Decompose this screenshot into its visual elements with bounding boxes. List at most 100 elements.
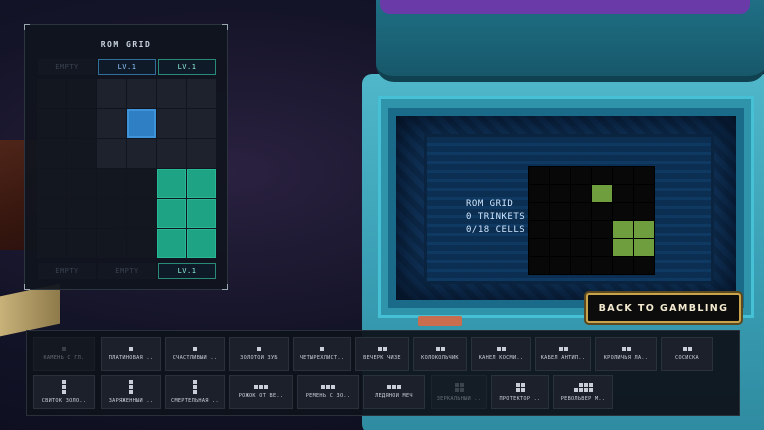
rom-grid-cell[interactable] — [97, 199, 126, 228]
inventory-item[interactable]: ВЕЧЕРК ЧИЗЕ — [355, 337, 409, 371]
inventory-item[interactable]: СВИТОК ЗОЛО.. — [33, 375, 95, 409]
inventory-item-label: ВЕЧЕРК ЧИЗЕ — [363, 355, 401, 361]
rom-grid-cell[interactable] — [97, 229, 126, 258]
inventory-item[interactable]: КАМЕНЬ С ГЛ. — [33, 337, 95, 371]
rom-grid-cell[interactable] — [67, 229, 96, 258]
rom-grid-cell[interactable] — [127, 109, 156, 138]
rom-grid-cell[interactable] — [37, 79, 66, 108]
trinket-shape-icon — [621, 347, 631, 351]
bin-grid-cell — [550, 221, 570, 238]
bin-trinkets: 0 TRINKETS — [466, 212, 526, 222]
rom-grid-cell[interactable] — [157, 139, 186, 168]
inventory-item[interactable]: РОЖОК ОТ ВЕ.. — [229, 375, 293, 409]
rom-grid-cell[interactable] — [187, 109, 216, 138]
rom-grid-cell[interactable] — [157, 169, 186, 198]
inventory-item[interactable]: ПЛАТИНОВАЯ .. — [101, 337, 161, 371]
inventory-item[interactable]: ПРОТЕКТОР .. — [491, 375, 549, 409]
rom-grid-cell[interactable] — [67, 169, 96, 198]
bin-grid-cell — [550, 203, 570, 220]
inventory-item[interactable]: ЗОЛОТОЙ ЗУБ — [229, 337, 289, 371]
rom-grid-cell[interactable] — [97, 79, 126, 108]
slot-header-1[interactable]: EMPTY — [38, 59, 96, 75]
inventory-item-label: РОЖОК ОТ ВЕ.. — [238, 393, 284, 399]
rom-grid-cell[interactable] — [127, 139, 156, 168]
rom-grid-cell[interactable] — [67, 199, 96, 228]
bin-grid-cell — [571, 221, 591, 238]
bin-grid-cell — [634, 185, 654, 202]
rom-grid-cell[interactable] — [187, 139, 216, 168]
rom-grid-cell[interactable] — [37, 199, 66, 228]
trinket-inventory: КАМЕНЬ С ГЛ. ПЛАТИНОВАЯ .. СЧАСТЛИВЫЙ .. ЗО… — [26, 330, 740, 416]
rom-grid-cell[interactable] — [157, 229, 186, 258]
rom-grid-cell[interactable] — [157, 199, 186, 228]
bin-grid-cell — [592, 257, 612, 274]
inventory-item-label: СЧАСТЛИВЫЙ .. — [172, 355, 218, 361]
inventory-item[interactable]: КАБЕЛ АНТИП.. — [535, 337, 591, 371]
rom-grid-cell[interactable] — [127, 169, 156, 198]
rom-grid-cell[interactable] — [127, 79, 156, 108]
trinket-shape-icon — [129, 380, 133, 394]
slot-header-2[interactable]: LV.1 — [98, 59, 156, 75]
inventory-item[interactable]: ЧЕТЫРЕХЛИСТ.. — [293, 337, 351, 371]
bin-grid-cell — [592, 185, 612, 202]
inventory-item[interactable]: ЗЕРКАЛЬНЫЙ .. — [431, 375, 487, 409]
trinket-shape-icon — [573, 382, 593, 392]
bin-handle — [418, 316, 462, 326]
slot-header-3[interactable]: LV.1 — [158, 59, 216, 75]
rom-grid-cell[interactable] — [37, 109, 66, 138]
slot-footer-1[interactable]: EMPTY — [38, 263, 96, 279]
rom-grid-cell[interactable] — [37, 169, 66, 198]
inventory-item[interactable]: СМЕРТЕЛЬНАЯ .. — [165, 375, 225, 409]
rom-grid-cell[interactable] — [97, 109, 126, 138]
rom-grid-cell[interactable] — [157, 109, 186, 138]
rom-grid-cell[interactable] — [67, 79, 96, 108]
rom-grid-cell[interactable] — [127, 229, 156, 258]
trinket-shape-icon — [193, 347, 197, 351]
bin-grid-cell — [571, 203, 591, 220]
bin-grid-cell — [550, 185, 570, 202]
trinket-shape-icon — [377, 347, 387, 351]
rom-grid-cell[interactable] — [187, 79, 216, 108]
rom-grid-cell[interactable] — [37, 229, 66, 258]
bin-grid-cell — [613, 257, 633, 274]
machine-lid-accent — [380, 0, 750, 14]
rom-grid-cell[interactable] — [37, 139, 66, 168]
inventory-item[interactable]: КРОЛИЧЬЯ ЛА.. — [595, 337, 657, 371]
rom-grid-cell[interactable] — [157, 79, 186, 108]
inventory-item-label: ЛЕДЯНОЙ МЕЧ — [375, 393, 413, 399]
trinket-shape-icon — [387, 385, 401, 389]
inventory-item[interactable]: КОЛОКОЛЬЧИК — [413, 337, 467, 371]
bin-grid-cell — [571, 239, 591, 256]
rom-grid — [37, 79, 216, 258]
trinket-shape-icon — [62, 380, 66, 394]
trinket-shape-icon — [435, 347, 445, 351]
rom-grid-cell[interactable] — [187, 199, 216, 228]
rom-grid-cell[interactable] — [127, 199, 156, 228]
trinket-shape-icon — [257, 347, 261, 351]
inventory-item[interactable]: РЕМЕНЬ С ЗО.. — [297, 375, 359, 409]
trinket-shape-icon — [254, 385, 268, 389]
slot-footer-3[interactable]: LV.1 — [158, 263, 216, 279]
bin-grid-cell — [634, 203, 654, 220]
slot-footer-2[interactable]: EMPTY — [98, 263, 156, 279]
inventory-item[interactable]: СОСИСКА — [661, 337, 713, 371]
rom-grid-cell[interactable] — [187, 229, 216, 258]
trinket-shape-icon — [454, 382, 464, 392]
inventory-item[interactable]: КАНЕЛ КОСМИ.. — [471, 337, 531, 371]
inventory-item[interactable]: ЛЕДЯНОЙ МЕЧ — [363, 375, 425, 409]
inventory-item-label: КОЛОКОЛЬЧИК — [421, 355, 459, 361]
inventory-item[interactable]: ЗАРЯЖЕННЫЙ .. — [101, 375, 161, 409]
rom-grid-cell[interactable] — [67, 109, 96, 138]
inventory-item-label: ЗАРЯЖЕННЫЙ .. — [108, 398, 154, 404]
inventory-item[interactable]: СЧАСТЛИВЫЙ .. — [165, 337, 225, 371]
inventory-item-label: СОСИСКА — [675, 355, 699, 361]
rom-grid-cell[interactable] — [97, 169, 126, 198]
inventory-item-label: ЧЕТЫРЕХЛИСТ.. — [299, 355, 345, 361]
trinket-shape-icon — [682, 347, 692, 351]
back-to-gambling-button[interactable]: BACK TO GAMBLING — [586, 293, 741, 323]
inventory-item[interactable]: РЕВОЛЬВЕР М.. — [553, 375, 613, 409]
rom-grid-cell[interactable] — [67, 139, 96, 168]
rom-grid-cell[interactable] — [97, 139, 126, 168]
trinket-shape-icon — [129, 347, 133, 351]
rom-grid-cell[interactable] — [187, 169, 216, 198]
